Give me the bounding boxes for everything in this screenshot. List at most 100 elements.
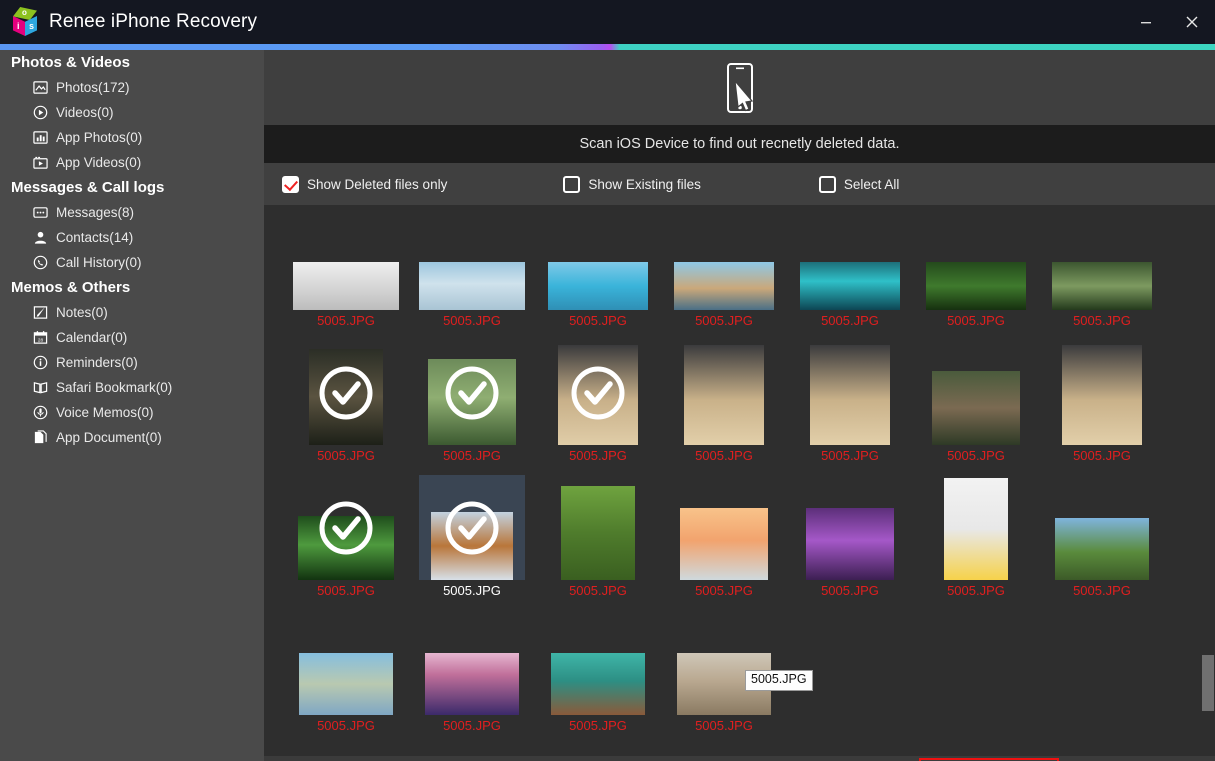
thumbnail-image-wrapper[interactable] bbox=[1049, 340, 1155, 445]
thumbnail-image-wrapper[interactable] bbox=[293, 475, 399, 580]
thumbnail-label: 5005.JPG bbox=[443, 448, 501, 463]
thumbnail-item[interactable]: 5005.JPG bbox=[787, 475, 913, 610]
thumbnail-label: 5005.JPG bbox=[317, 583, 375, 598]
sidebar-item-calendar[interactable]: 28 Calendar(0) bbox=[0, 325, 264, 350]
thumbnail-item[interactable]: 5005.JPG bbox=[283, 475, 409, 610]
thumbnail-item[interactable]: 5005.JPG bbox=[661, 340, 787, 475]
thumbnail-item[interactable]: 5005.JPG bbox=[787, 340, 913, 475]
thumbnail-item[interactable]: 5005.JPG bbox=[409, 340, 535, 475]
thumbnail-item[interactable]: 5005.JPG bbox=[661, 475, 787, 610]
thumbnail-item[interactable]: 5005.JPG bbox=[283, 610, 409, 745]
thumbnail-image-wrapper[interactable] bbox=[419, 610, 525, 715]
sidebar-item-reminders[interactable]: Reminders(0) bbox=[0, 350, 264, 375]
close-icon[interactable] bbox=[1169, 0, 1215, 44]
thumbnail-image-wrapper[interactable] bbox=[419, 475, 525, 580]
thumbnail-image-wrapper[interactable] bbox=[1049, 475, 1155, 580]
scan-status-text: Scan iOS Device to find out recnetly del… bbox=[579, 136, 900, 152]
sidebar-item-notes[interactable]: Notes(0) bbox=[0, 300, 264, 325]
thumbnail-grid-area[interactable]: 5005.JPG 5005.JPG 5005.JPG 5005.JPG 5005.JPG… bbox=[264, 205, 1215, 756]
thumbnail-item[interactable]: 5005.JPG bbox=[409, 475, 535, 610]
thumbnail-item[interactable]: 5005.JPG bbox=[535, 610, 661, 745]
thumbnail-image-wrapper[interactable] bbox=[797, 205, 903, 310]
phone-scan-icon bbox=[726, 62, 753, 113]
thumbnail-image-wrapper[interactable] bbox=[545, 340, 651, 445]
sidebar-item-app-photos[interactable]: App Photos(0) bbox=[0, 125, 264, 150]
checkbox-show-existing[interactable] bbox=[563, 175, 581, 193]
grid-scrollbar-track[interactable] bbox=[1200, 205, 1215, 756]
thumbnail-image bbox=[551, 653, 645, 715]
checkbox-select-all[interactable] bbox=[818, 175, 836, 193]
thumbnail-image-wrapper[interactable] bbox=[545, 475, 651, 580]
filter-show-deleted-only[interactable]: Show Deleted files only bbox=[282, 175, 447, 193]
thumbnail-label: 5005.JPG bbox=[821, 448, 879, 463]
thumbnail-image-wrapper[interactable] bbox=[293, 205, 399, 310]
checkbox-show-deleted-only[interactable] bbox=[282, 175, 299, 193]
thumbnail-image-wrapper[interactable] bbox=[419, 340, 525, 445]
thumbnail-image-wrapper[interactable] bbox=[671, 205, 777, 310]
thumbnail-image bbox=[558, 345, 638, 445]
sidebar-item-messages[interactable]: Messages(8) bbox=[0, 200, 264, 225]
thumbnail-image-wrapper[interactable] bbox=[545, 205, 651, 310]
thumbnail-item[interactable]: 5005.JPG bbox=[283, 205, 409, 340]
thumbnail-item[interactable]: 5005.JPG bbox=[913, 340, 1039, 475]
sidebar-item-app-videos[interactable]: App Videos(0) bbox=[0, 150, 264, 175]
filter-label: Select All bbox=[843, 176, 900, 192]
thumbnail-image-wrapper[interactable] bbox=[923, 475, 1029, 580]
thumbnail-item[interactable]: 5005.JPG bbox=[1039, 475, 1165, 610]
thumbnail-image-wrapper[interactable] bbox=[671, 610, 777, 715]
thumbnail-image bbox=[1052, 262, 1152, 310]
sidebar-item-safari-bookmark[interactable]: Safari Bookmark(0) bbox=[0, 375, 264, 400]
thumbnail-image-wrapper[interactable] bbox=[671, 340, 777, 445]
sidebar: Photos & Videos Photos(172) Videos(0) Ap… bbox=[0, 50, 264, 761]
thumbnail-item[interactable]: 5005.JPG bbox=[913, 475, 1039, 610]
thumbnail-item[interactable]: 5005.JPG bbox=[409, 205, 535, 340]
thumbnail-item[interactable]: 5005.JPG bbox=[913, 205, 1039, 340]
thumbnail-image-wrapper[interactable] bbox=[419, 205, 525, 310]
thumbnail-image-wrapper[interactable] bbox=[797, 340, 903, 445]
thumbnail-image-wrapper[interactable] bbox=[293, 610, 399, 715]
thumbnail-image bbox=[1055, 518, 1149, 580]
thumbnail-item[interactable]: 5005.JPG bbox=[535, 475, 661, 610]
sidebar-item-call-history[interactable]: Call History(0) bbox=[0, 250, 264, 275]
sidebar-item-label: Contacts(14) bbox=[56, 230, 134, 245]
logo-letter-i: i bbox=[17, 21, 20, 31]
thumbnail-image bbox=[674, 262, 774, 310]
thumbnail-image bbox=[425, 653, 519, 715]
thumbnail-image-wrapper[interactable] bbox=[671, 475, 777, 580]
svg-text:28: 28 bbox=[38, 337, 44, 342]
thumbnail-label: 5005.JPG bbox=[443, 583, 501, 598]
sidebar-group-title-memos: Memos & Others bbox=[11, 279, 131, 296]
filter-show-existing[interactable]: Show Existing files bbox=[563, 175, 701, 193]
thumbnail-item[interactable]: 5005.JPG bbox=[535, 205, 661, 340]
thumbnail-item[interactable]: 5005.JPG bbox=[283, 340, 409, 475]
filter-label: Show Existing files bbox=[588, 176, 701, 192]
sidebar-item-videos[interactable]: Videos(0) bbox=[0, 100, 264, 125]
thumbnail-item[interactable]: 5005.JPG bbox=[661, 205, 787, 340]
filter-select-all[interactable]: Select All bbox=[818, 175, 900, 193]
thumbnail-item[interactable]: 5005.JPG bbox=[1039, 340, 1165, 475]
grid-scrollbar-thumb[interactable] bbox=[1202, 655, 1214, 711]
logo-letter-o: o bbox=[22, 8, 27, 17]
thumbnail-label: 5005.JPG bbox=[947, 313, 1005, 328]
thumbnail-item[interactable]: 5005.JPG bbox=[1039, 205, 1165, 340]
sidebar-item-app-document[interactable]: App Document(0) bbox=[0, 425, 264, 450]
thumbnail-image-wrapper[interactable] bbox=[545, 610, 651, 715]
sidebar-item-label: Safari Bookmark(0) bbox=[56, 380, 173, 395]
thumbnail-image-wrapper[interactable] bbox=[923, 205, 1029, 310]
thumbnail-image-wrapper[interactable] bbox=[1049, 205, 1155, 310]
thumbnail-item[interactable]: 5005.JPG bbox=[787, 205, 913, 340]
thumbnail-item[interactable]: 5005.JPG bbox=[535, 340, 661, 475]
thumbnail-label: 5005.JPG bbox=[443, 718, 501, 733]
thumbnail-item[interactable]: 5005.JPG bbox=[409, 610, 535, 745]
sidebar-item-voice-memos[interactable]: Voice Memos(0) bbox=[0, 400, 264, 425]
info-circle-icon bbox=[32, 354, 49, 371]
thumbnail-label: 5005.JPG bbox=[695, 718, 753, 733]
thumbnail-image-wrapper[interactable] bbox=[797, 475, 903, 580]
sidebar-item-photos[interactable]: Photos(172) bbox=[0, 75, 264, 100]
thumbnail-label: 5005.JPG bbox=[317, 718, 375, 733]
thumbnail-label: 5005.JPG bbox=[695, 313, 753, 328]
sidebar-item-contacts[interactable]: Contacts(14) bbox=[0, 225, 264, 250]
thumbnail-image-wrapper[interactable] bbox=[293, 340, 399, 445]
minimize-icon[interactable] bbox=[1123, 0, 1169, 44]
thumbnail-image-wrapper[interactable] bbox=[923, 340, 1029, 445]
